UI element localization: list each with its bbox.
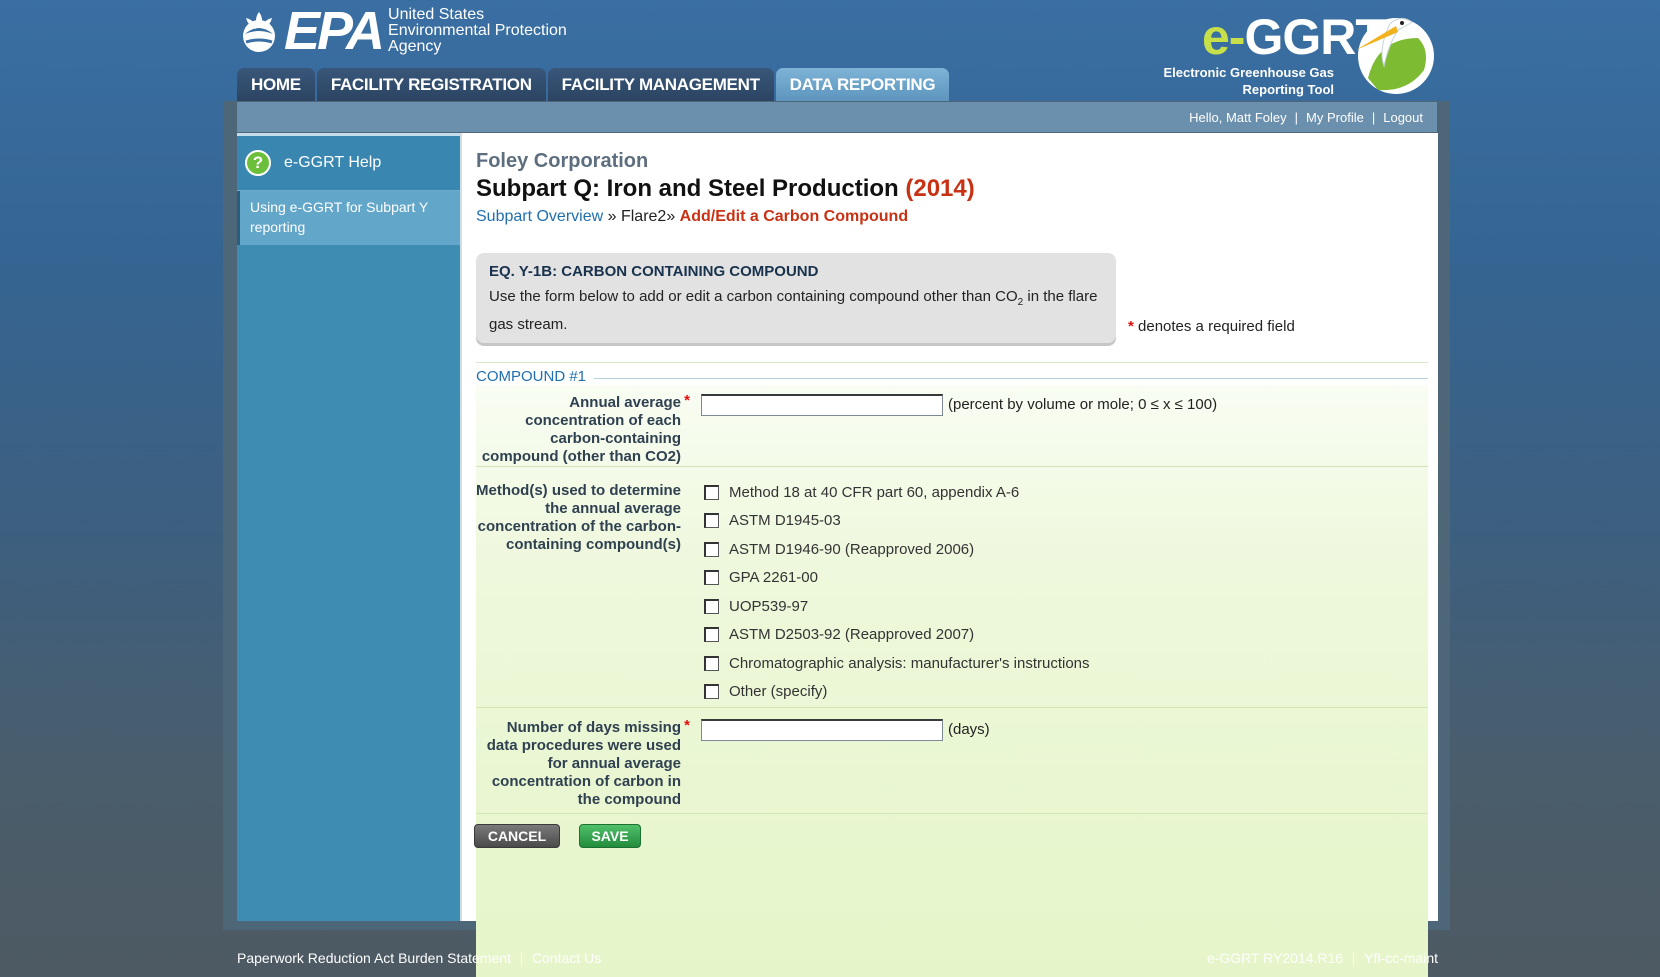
server-label: Yfl-cc-maint [1364, 950, 1438, 966]
company-name: Foley Corporation [476, 150, 649, 172]
method-checkbox[interactable] [704, 570, 719, 585]
method-checkbox[interactable] [704, 513, 719, 528]
cancel-button[interactable]: CANCEL [474, 824, 560, 848]
method-checkbox[interactable] [704, 656, 719, 671]
sidebar-help-label: e-GGRT Help [284, 154, 382, 171]
main-nav: HOME FACILITY REGISTRATION FACILITY MANA… [237, 68, 950, 102]
compound-legend: COMPOUND #1 [476, 368, 595, 385]
egret-bird-icon [1338, 8, 1438, 100]
required-star: * [684, 392, 690, 409]
tab-facility-management[interactable]: FACILITY MANAGEMENT [547, 68, 774, 102]
concentration-label-text: Annual average concentration of each car… [481, 394, 681, 465]
method-option[interactable]: GPA 2261-00 [704, 569, 818, 586]
breadcrumb-flare: Flare2 [620, 208, 667, 225]
method-option[interactable]: UOP539-97 [704, 598, 808, 615]
sidebar-help-header: ? e-GGRT Help [237, 133, 460, 191]
method-option-label: ASTM D1945-03 [729, 512, 841, 529]
method-option[interactable]: Other (specify) [704, 683, 827, 700]
contact-us-link[interactable]: Contact Us [532, 950, 601, 966]
breadcrumb-separator: » [666, 208, 680, 225]
method-option-label: ASTM D2503-92 (Reapproved 2007) [729, 626, 975, 643]
method-option[interactable]: ASTM D1945-03 [704, 512, 841, 529]
eggrt-subtitle-2: Reporting Tool [1242, 82, 1334, 97]
logout-link[interactable]: Logout [1383, 110, 1423, 125]
version-label: e-GGRT RY2014.R16 [1206, 950, 1344, 966]
method-option[interactable]: Chromatographic analysis: manufacturer's… [704, 655, 1090, 672]
footer-separator [520, 952, 522, 967]
subpart-title: Subpart Q: Iron and Steel Production [476, 175, 899, 202]
equation-info-box: EQ. Y-1B: CARBON CONTAINING COMPOUND Use… [476, 253, 1116, 343]
missing-days-input[interactable] [701, 719, 943, 741]
tab-data-reporting[interactable]: DATA REPORTING [775, 68, 950, 102]
missing-days-row: Number of days missing data procedures w… [476, 709, 1428, 814]
compound-form: Annual average concentration of each car… [476, 385, 1428, 977]
required-star: * [684, 717, 690, 734]
eggrt-e: e- [1202, 9, 1245, 65]
method-option-label: ASTM D1946-90 (Reapproved 2006) [729, 541, 975, 558]
my-profile-link[interactable]: My Profile [1306, 110, 1364, 125]
help-question-icon: ? [245, 150, 271, 176]
breadcrumb-current: Add/Edit a Carbon Compound [679, 208, 909, 225]
epa-logo[interactable]: EPA United States Environmental Protecti… [236, 1, 567, 61]
required-field-note: * denotes a required field [1128, 318, 1295, 335]
missing-days-label-text: Number of days missing data procedures w… [486, 719, 681, 808]
separator: | [1294, 109, 1299, 125]
epa-wordmark: EPA [284, 1, 385, 61]
method-option-label: GPA 2261-00 [729, 569, 818, 586]
user-bar: Hello, Matt Foley | My Profile | Logout [237, 102, 1437, 132]
missing-days-hint: (days) [948, 721, 990, 738]
save-button[interactable]: SAVE [579, 824, 641, 848]
tab-home[interactable]: HOME [237, 68, 315, 102]
concentration-input[interactable] [701, 394, 943, 416]
eggrt-subtitle: Electronic Greenhouse Gas Reporting Tool [1154, 64, 1334, 98]
method-checkbox[interactable] [704, 542, 719, 557]
paperwork-link[interactable]: Paperwork Reduction Act Burden Statement [237, 950, 511, 966]
method-option-label: Chromatographic analysis: manufacturer's… [729, 655, 1090, 672]
equation-description: Use the form below to add or edit a carb… [489, 286, 1103, 336]
sidebar-item-subpart-y-help[interactable]: Using e-GGRT for Subpart Y reporting [237, 191, 460, 245]
methods-label: Method(s) used to determine the annual a… [476, 482, 682, 553]
method-checkbox[interactable] [704, 599, 719, 614]
footer-left: Paperwork Reduction Act Burden Statement… [237, 950, 601, 967]
method-option-label: Other (specify) [729, 683, 828, 700]
equation-title: EQ. Y-1B: CARBON CONTAINING COMPOUND [489, 263, 819, 280]
method-option[interactable]: Method 18 at 40 CFR part 60, appendix A-… [704, 484, 1019, 501]
main-content: Foley Corporation Subpart Q: Iron and St… [460, 133, 1438, 977]
breadcrumb-subpart-overview[interactable]: Subpart Overview [476, 208, 603, 225]
method-option-label: UOP539-97 [729, 598, 809, 615]
eggrt-logo[interactable]: e-GGRT Electronic Greenhouse Gas Reporti… [1150, 8, 1440, 100]
fieldset-line [476, 378, 1428, 379]
page-title: Subpart Q: Iron and Steel Production (20… [476, 175, 975, 203]
footer-separator [1353, 952, 1355, 967]
methods-row: Method(s) used to determine the annual a… [476, 468, 1428, 708]
user-greeting: Hello, Matt Foley [1189, 109, 1287, 125]
concentration-row: Annual average concentration of each car… [476, 385, 1428, 467]
epa-flower-icon [236, 8, 282, 54]
eggrt-subtitle-1: Electronic Greenhouse Gas [1163, 65, 1334, 80]
method-checkbox[interactable] [704, 684, 719, 699]
divider [476, 362, 1428, 363]
breadcrumb-separator: » [603, 208, 621, 225]
footer-right: e-GGRT RY2014.R16 Yfl-cc-maint [1206, 950, 1438, 967]
concentration-label: Annual average concentration of each car… [476, 392, 690, 466]
tab-facility-registration[interactable]: FACILITY REGISTRATION [316, 68, 546, 102]
help-sidebar: ? e-GGRT Help Using e-GGRT for Subpart Y… [237, 133, 460, 921]
agency-line-1: United States [388, 6, 485, 23]
method-option[interactable]: ASTM D2503-92 (Reapproved 2007) [704, 626, 974, 643]
agency-line-2: Environmental Protection [388, 22, 567, 39]
method-checkbox[interactable] [704, 627, 719, 642]
concentration-hint: (percent by volume or mole; 0 ≤ x ≤ 100) [948, 396, 1218, 413]
breadcrumb: Subpart Overview » Flare2» Add/Edit a Ca… [476, 208, 908, 226]
method-option-label: Method 18 at 40 CFR part 60, appendix A-… [729, 484, 1020, 501]
method-checkbox[interactable] [704, 485, 719, 500]
separator: | [1371, 109, 1376, 125]
missing-days-label: Number of days missing data procedures w… [476, 717, 690, 809]
agency-line-3: Agency [388, 38, 442, 55]
reporting-year: (2014) [905, 175, 975, 202]
required-note-text: denotes a required field [1133, 318, 1295, 335]
epa-agency-name: United States Environmental Protection A… [388, 7, 567, 55]
desc-part-1: Use the form below to add or edit a carb… [489, 288, 1018, 305]
method-option[interactable]: ASTM D1946-90 (Reapproved 2006) [704, 541, 974, 558]
